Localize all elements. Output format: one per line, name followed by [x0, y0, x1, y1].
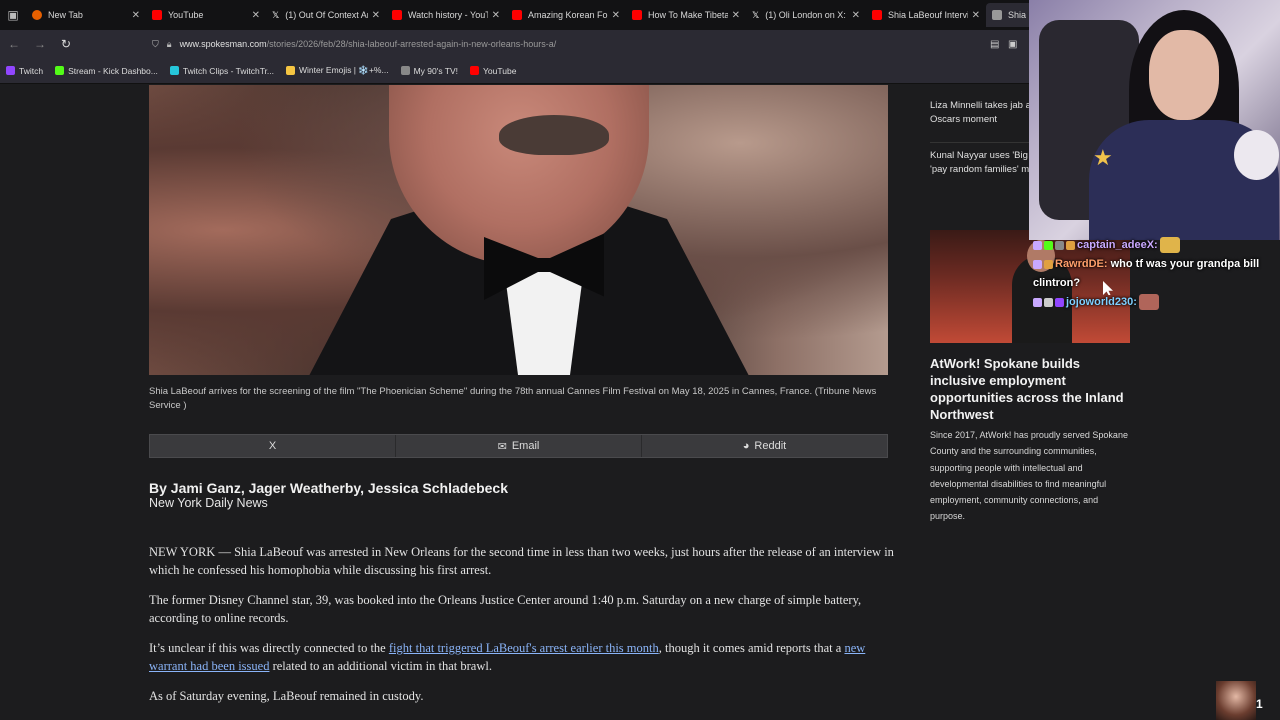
tab[interactable]: 𝕏(1) Oli London on X: "Je✕ [746, 3, 866, 27]
paragraph: As of Saturday evening, LaBeouf remained… [149, 689, 424, 703]
lock-icon[interactable]: 🔒︎ [167, 39, 172, 50]
tab[interactable]: Amazing Korean Fo ✕ [506, 3, 626, 27]
paragraph: The former Disney Channel star, 39, was … [149, 593, 862, 625]
badge-icon [1044, 259, 1053, 269]
badge-icon [1033, 240, 1042, 250]
star-icon: ★ [1093, 145, 1113, 170]
tab[interactable]: How To Make Tibetan F✕ [626, 3, 746, 27]
bookmark[interactable]: My 90's TV! [400, 66, 458, 76]
tab[interactable]: New Tab ✕ [26, 3, 146, 27]
paragraph: It’s unclear if this was directly connec… [149, 641, 866, 673]
url-path: /stories/2026/feb/28/shia-labeouf-arrest… [266, 39, 557, 49]
bookmark[interactable]: Winter Emojis | ❄️+%... [286, 65, 389, 76]
chat-emote [1159, 237, 1180, 254]
badge-icon [1066, 240, 1075, 250]
paragraph: NEW YORK — Shia LaBeouf was arrested in … [149, 545, 894, 577]
url-host: www.spokesman.com [179, 39, 267, 49]
url-bar[interactable]: ⛉ 🔒︎ www.spokesman.com/stories/2026/feb/… [152, 32, 1032, 56]
sidebar-feature-body: Since 2017, AtWork! has proudly served S… [930, 430, 1128, 522]
sidebar-story-link[interactable]: Liza Minnelli takes jab a Oscars moment [930, 99, 1030, 127]
photo-caption: Shia LaBeouf arrives for the screening o… [149, 386, 877, 411]
bookmark[interactable]: Twitch Clips - TwitchTr... [169, 66, 274, 76]
link-fight-arrest[interactable]: fight that triggered LaBeouf's arrest ea… [389, 641, 659, 655]
badge-icon [1055, 240, 1064, 250]
youtube-icon [152, 10, 162, 20]
reload-icon[interactable]: ↻ [54, 32, 78, 56]
youtube-icon [632, 10, 642, 20]
share-x-button[interactable]: X [150, 435, 396, 457]
pip-icon[interactable]: ▣ [1008, 39, 1017, 50]
firefox-icon [32, 10, 42, 20]
envelope-icon: ✉ [497, 440, 507, 453]
byline: By Jami Ganz, Jager Weatherby, Jessica S… [149, 480, 508, 496]
publication: New York Daily News [149, 496, 268, 510]
twitch-icon [6, 66, 15, 75]
close-icon[interactable]: ✕ [492, 10, 500, 21]
close-icon[interactable]: ✕ [852, 10, 860, 21]
article-photo [149, 85, 888, 375]
streamer-face [1149, 30, 1219, 120]
viewer-avatar [1216, 681, 1256, 720]
youtube-icon [470, 66, 480, 75]
tab[interactable]: Shia LaBeouf Interview✕ [866, 3, 986, 27]
bookmark[interactable]: YouTube [470, 66, 516, 76]
article-body: NEW YORK — Shia LaBeouf was arrested in … [149, 543, 894, 717]
close-icon[interactable]: ✕ [132, 10, 140, 21]
chat-emote [1138, 294, 1159, 311]
tab-list-icon[interactable]: ▣ [0, 0, 26, 30]
chat-username: captain_adeeX: [1077, 239, 1158, 251]
tab[interactable]: 𝕏 (1) Out Of Context Ani ✕ [266, 3, 386, 27]
chat-message: captain_adeeX: [1033, 236, 1280, 255]
tv-icon [400, 66, 410, 75]
tab[interactable]: YouTube ✕ [146, 3, 266, 27]
share-bar: X ✉ Email ◕ Reddit [149, 434, 888, 458]
close-icon[interactable]: ✕ [732, 10, 740, 21]
reddit-icon: ◕ [742, 440, 750, 452]
bookmark[interactable]: Twitch [6, 66, 43, 76]
plush-toy [1234, 130, 1279, 180]
forward-icon[interactable]: → [28, 32, 52, 56]
chat-message: RawrdDE: who tf was your grandpa bill cl… [1033, 255, 1280, 293]
close-icon[interactable]: ✕ [372, 10, 380, 21]
site-icon [992, 10, 1002, 20]
badge-icon [1044, 240, 1053, 250]
share-email-button[interactable]: ✉ Email [396, 435, 642, 457]
viewer-count: 1 [1256, 697, 1263, 711]
chat-message: jojoworld230: [1033, 293, 1280, 312]
shield-icon[interactable]: ⛉ [152, 39, 159, 50]
chat-username: RawrdDE: [1055, 258, 1108, 270]
badge-icon [1033, 259, 1042, 269]
badge-icon [1033, 297, 1042, 307]
bookmark[interactable]: Stream - Kick Dashbo... [55, 66, 158, 76]
sidebar-feature-title[interactable]: AtWork! Spokane builds inclusive employm… [930, 355, 1130, 423]
x-icon: 𝕏 [272, 10, 280, 20]
folder-icon [286, 66, 296, 75]
photo-beard [499, 115, 609, 155]
youtube-icon [512, 10, 522, 20]
close-icon[interactable]: ✕ [612, 10, 620, 21]
twitchtracker-icon [169, 66, 179, 75]
sidebar-story-link[interactable]: Kunal Nayyar uses 'Big 'pay random famil… [930, 149, 1030, 177]
badge-icon [1044, 297, 1053, 307]
close-icon[interactable]: ✕ [972, 10, 980, 21]
kick-icon [55, 66, 65, 75]
share-reddit-button[interactable]: ◕ Reddit [642, 435, 887, 457]
chat-overlay: captain_adeeX: RawrdDE: who tf was your … [1033, 236, 1280, 312]
x-icon: 𝕏 [752, 10, 760, 20]
divider [930, 142, 1030, 143]
reader-view-icon[interactable]: ▤ [990, 39, 999, 50]
youtube-icon [392, 10, 402, 20]
tab[interactable]: Watch history - YouTub✕ [386, 3, 506, 27]
badge-icon [1055, 297, 1064, 307]
back-icon[interactable]: ← [2, 32, 26, 56]
chat-username: jojoworld230: [1066, 296, 1137, 308]
close-icon[interactable]: ✕ [252, 10, 260, 21]
youtube-icon [872, 10, 882, 20]
webcam-overlay: ★ [1029, 0, 1280, 240]
